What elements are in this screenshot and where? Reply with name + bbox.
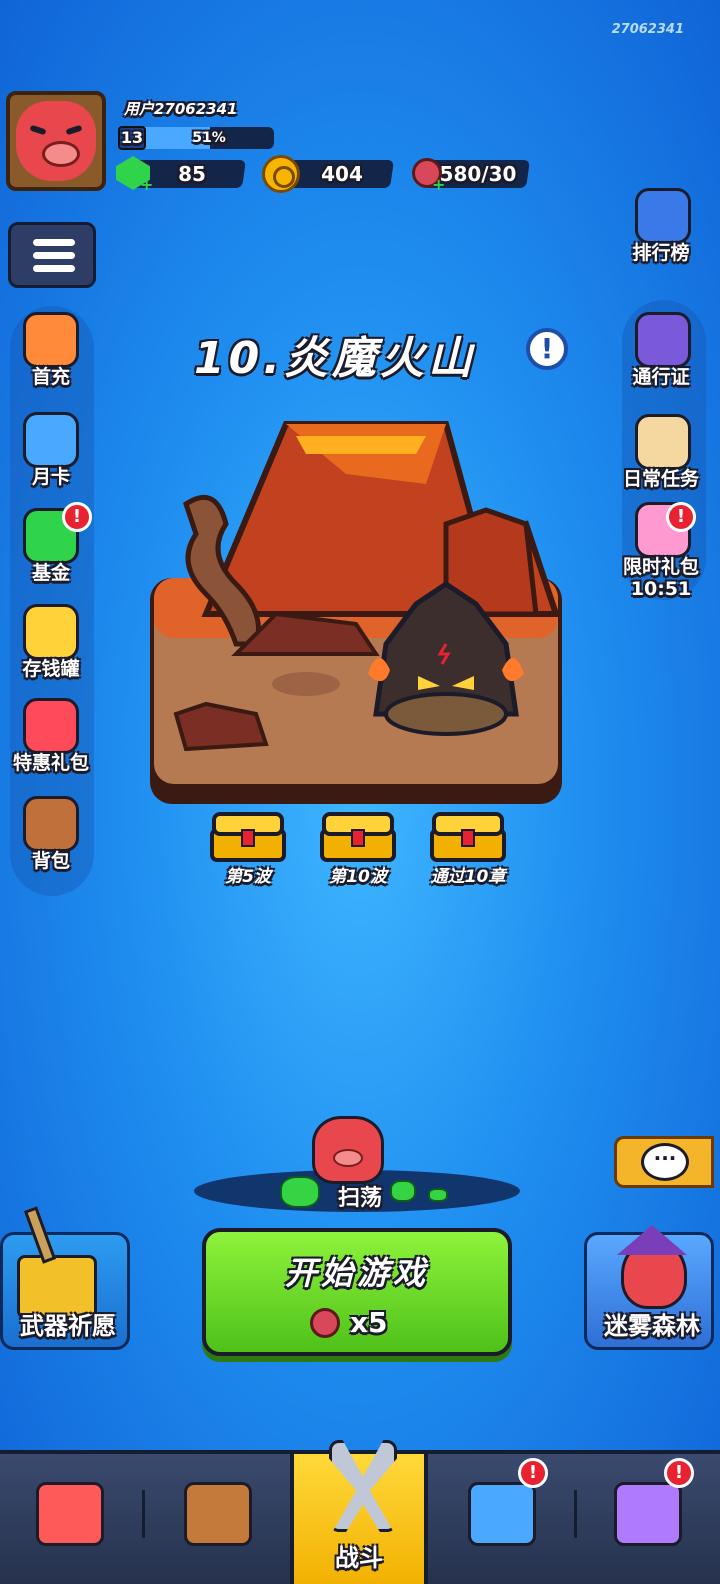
xp-percent: 51% (192, 130, 226, 146)
treasure-chest-icon (210, 812, 286, 862)
gem-pile-icon (280, 1176, 320, 1208)
gem-value: 85 (178, 162, 206, 186)
add-stamina-icon[interactable]: + (432, 177, 446, 193)
sidebar-label: 特惠礼包 (12, 752, 89, 774)
nav-tab-shop[interactable] (0, 1454, 140, 1584)
sidebar-item-limited-gift[interactable]: 限时礼包 10:51! (618, 502, 708, 600)
misty-forest-label: 迷雾森林 (604, 1312, 700, 1340)
sidebar-item-backpack[interactable]: 背包 (6, 796, 96, 876)
treasure-chest-icon (320, 812, 396, 862)
sidebar-label: 存钱罐 (22, 658, 80, 680)
chat-button[interactable]: ··· (614, 1136, 714, 1188)
user-id-watermark: 27062341 (611, 22, 684, 37)
stage-title: 10.炎魔火山 (194, 333, 476, 384)
witch-hat-icon (617, 1225, 687, 1255)
sweep-pig-icon[interactable] (312, 1116, 384, 1184)
sidebar-label: 限时礼包 (622, 556, 699, 578)
leaderboard-icon (635, 188, 691, 244)
start-game-label: 开始游戏 (284, 1254, 429, 1292)
bottom-nav: 战斗!! (0, 1440, 720, 1584)
alert-badge-icon: ! (518, 1458, 548, 1488)
info-button[interactable]: ! (526, 328, 568, 370)
level-badge: 13 (118, 126, 146, 150)
sidebar-label: 基金 (31, 562, 70, 584)
player-avatar[interactable] (6, 91, 106, 191)
gift-timer: 10:51 (630, 578, 692, 600)
start-cost: x5 (310, 1306, 420, 1340)
add-gem-icon[interactable]: + (140, 177, 154, 193)
shop-icon (36, 1482, 104, 1546)
nav-tab-equipment[interactable] (148, 1454, 288, 1584)
sidebar-label: 月卡 (31, 466, 70, 488)
sidebar-label: 首充 (31, 366, 70, 388)
gift-box-icon (23, 698, 79, 754)
reward-chest[interactable]: 通过10章 (428, 812, 508, 887)
sidebar-item-monthly-card[interactable]: 月卡 (6, 412, 96, 492)
map-icon (468, 1482, 536, 1546)
chat-icon: ··· (641, 1143, 689, 1181)
volcano-stage-image[interactable] (146, 414, 566, 810)
daily-task-icon (635, 414, 691, 470)
weapon-wish-label: 武器祈愿 (20, 1312, 116, 1340)
sidebar-item-pass[interactable]: 通行证 (618, 312, 708, 392)
weapon-wish-button[interactable]: 武器祈愿 (0, 1206, 130, 1350)
nav-tab-map[interactable]: ! (432, 1454, 572, 1584)
battle-icon (329, 1440, 397, 1532)
sidebar-item-gift-box[interactable]: 特惠礼包 (6, 698, 96, 778)
reward-chest[interactable]: 第10波 (318, 812, 398, 887)
first-recharge-icon (23, 312, 79, 368)
sidebar-item-leaderboard[interactable]: 排行榜 (618, 188, 708, 268)
sidebar-item-fund[interactable]: 基金! (6, 502, 96, 588)
meat-icon (310, 1308, 340, 1338)
nav-tab-hourglass[interactable]: ! (576, 1454, 720, 1584)
username: 用户27062341 (124, 100, 238, 118)
sidebar-label: 背包 (31, 850, 70, 872)
xp-progress-bar: 51% (144, 127, 274, 149)
sidebar-label: 排行榜 (632, 242, 690, 264)
sidebar-label: 通行证 (632, 366, 690, 388)
menu-button[interactable] (8, 222, 96, 288)
piggy-bank-icon (23, 604, 79, 660)
sweep-button[interactable]: 扫荡 (320, 1180, 400, 1212)
coin-icon (262, 155, 300, 193)
start-game-button[interactable]: 开始游戏 x5 (202, 1228, 512, 1356)
sidebar-item-piggy-bank[interactable]: 存钱罐 (6, 604, 96, 684)
pass-icon (635, 312, 691, 368)
backpack-icon (23, 796, 79, 852)
nav-divider (142, 1490, 145, 1538)
treasure-chest-icon (430, 812, 506, 862)
hourglass-icon (614, 1482, 682, 1546)
coin-value: 404 (321, 162, 363, 186)
alert-badge-icon: ! (666, 502, 696, 532)
sidebar-item-daily-task[interactable]: 日常任务 (618, 414, 708, 494)
alert-badge-icon: ! (62, 502, 92, 532)
hamburger-icon (33, 239, 75, 246)
nav-label: 战斗 (335, 1544, 383, 1572)
reward-chest[interactable]: 第5波 (208, 812, 288, 887)
sidebar-label: 日常任务 (622, 468, 699, 490)
nav-tab-battle[interactable]: 战斗 (290, 1440, 428, 1584)
alert-badge-icon: ! (664, 1458, 694, 1488)
start-cost-value: x5 (350, 1306, 388, 1339)
pig-face-icon (16, 101, 96, 181)
monthly-card-icon (23, 412, 79, 468)
misty-forest-button[interactable]: 迷雾森林 (584, 1225, 714, 1350)
equipment-icon (184, 1482, 252, 1546)
reward-label: 通过10章 (430, 867, 506, 887)
sidebar-item-first-recharge[interactable]: 首充 (6, 312, 96, 392)
